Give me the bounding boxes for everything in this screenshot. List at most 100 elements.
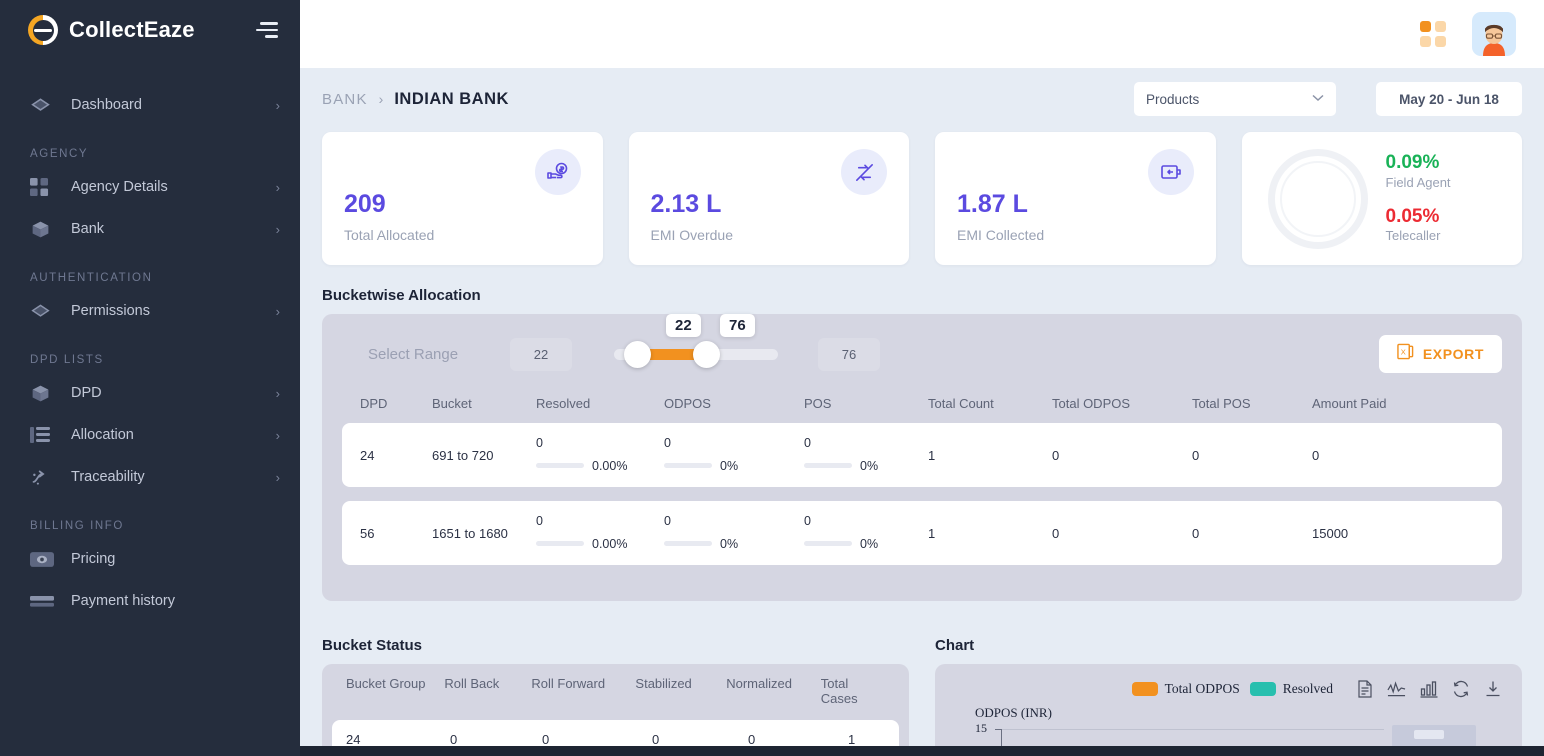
download-icon[interactable]	[1484, 680, 1502, 698]
excel-icon: X	[1397, 343, 1414, 365]
chart-y-tick: 15	[975, 721, 987, 735]
bar-chart-icon[interactable]	[1420, 680, 1438, 698]
legend-item-resolved[interactable]: Resolved	[1249, 681, 1333, 697]
content: BANK › INDIAN BANK Products May 20 - Jun…	[300, 68, 1544, 756]
page-title: INDIAN BANK	[394, 89, 509, 108]
table-header: DPD Bucket Resolved ODPOS POS Total Coun…	[342, 386, 1502, 423]
cell-resolved-pct: 0.00%	[592, 537, 628, 551]
slider-handle-min[interactable]	[623, 340, 651, 368]
date-range-button[interactable]: May 20 - Jun 18	[1376, 82, 1522, 116]
cell-total-pos: 0	[1192, 525, 1200, 541]
cell-stabilized: 0	[652, 732, 660, 747]
main-area: BANK › INDIAN BANK Products May 20 - Jun…	[300, 0, 1544, 756]
stat-card-emi-overdue: 2.13 L EMI Overdue	[628, 132, 909, 265]
sidebar-section-agency: AGENCY	[30, 148, 89, 160]
sidebar-item-bank[interactable]: Bank ›	[0, 208, 300, 250]
progress-bar	[664, 463, 712, 468]
cell-odpos-pct: 0%	[720, 537, 739, 551]
chevron-right-icon: ›	[275, 97, 280, 113]
sidebar-item-label: Agency Details	[71, 179, 168, 195]
topbar	[300, 0, 1544, 68]
range-min-input[interactable]: 22	[510, 337, 572, 371]
stat-cards: 209 Total Allocated 2.13 L EMI Overdue 1…	[322, 132, 1522, 265]
sidebar-item-label: Dashboard	[71, 97, 142, 113]
cell-roll-forward: 0	[542, 732, 550, 747]
sidebar-nav: Dashboard › AGENCY Agency Details › Bank…	[0, 60, 300, 622]
cell-odpos-pct: 0%	[720, 459, 739, 473]
legend-item-total-odpos[interactable]: Total ODPOS	[1131, 681, 1240, 697]
chevron-right-icon: ›	[275, 179, 280, 195]
select-range-label: Select Range	[368, 345, 459, 363]
document-icon[interactable]	[1357, 680, 1373, 698]
line-chart-icon[interactable]	[1387, 680, 1406, 698]
cell-bucket: 691 to 720	[432, 447, 494, 463]
stat-label: Total Allocated	[344, 227, 435, 243]
column-header-total-cases: Total Cases	[820, 676, 858, 706]
range-max-input[interactable]: 76	[818, 337, 880, 371]
list-icon	[30, 426, 56, 444]
slider-handle-max[interactable]	[692, 340, 720, 368]
cell-normalized: 0	[748, 732, 756, 747]
wallet-icon	[1147, 149, 1194, 195]
chevron-right-icon: ›	[378, 91, 384, 107]
product-select[interactable]: Products	[1134, 82, 1336, 116]
range-slider[interactable]: 22 76	[614, 314, 778, 371]
bucket-status-title: Bucket Status	[322, 637, 423, 654]
cell-roll-back: 0	[450, 732, 458, 747]
bucketwise-table: DPD Bucket Resolved ODPOS POS Total Coun…	[342, 386, 1502, 565]
cell-dpd: 56	[360, 525, 375, 541]
sidebar-item-dashboard[interactable]: Dashboard ›	[0, 84, 300, 126]
table-row[interactable]: 56 1651 to 1680 0 0.00% 0 0% 0 0% 1 0 0 …	[342, 501, 1502, 565]
cell-odpos: 0 0%	[664, 436, 804, 473]
cell-total-odpos: 0	[1052, 447, 1060, 463]
cell-odpos-value: 0	[664, 514, 671, 528]
table-row[interactable]: 24 691 to 720 0 0.00% 0 0% 0 0% 1 0 0 0	[342, 423, 1502, 487]
donut-label: Field Agent	[1385, 174, 1451, 190]
chart-column: Chart Total ODPOS Resolved ODPOS (INR) 1…	[935, 615, 1522, 756]
bottom-section: Bucket Status Bucket Group Roll Back Rol…	[322, 615, 1522, 756]
sidebar-item-agency-details[interactable]: Agency Details ›	[0, 166, 300, 208]
card-icon	[30, 594, 56, 609]
user-avatar[interactable]	[1472, 12, 1516, 56]
progress-bar	[664, 541, 712, 546]
column-header-roll-forward: Roll Forward	[531, 676, 606, 691]
sidebar-item-traceability[interactable]: Traceability ›	[0, 456, 300, 498]
donut-entry-telecaller: 0.05% Telecaller	[1386, 206, 1451, 246]
column-header-total-pos: Total POS	[1192, 396, 1251, 411]
hamburger-icon[interactable]	[256, 22, 278, 38]
export-button[interactable]: X EXPORT	[1378, 335, 1502, 373]
cell-bucket: 1651 to 1680	[432, 525, 508, 541]
cell-total-count: 1	[928, 447, 936, 463]
chart-brush-slider[interactable]	[1392, 725, 1476, 747]
chart-y-axis-label: ODPOS (INR)	[975, 705, 1052, 720]
grid-icon	[30, 177, 56, 197]
cell-resolved: 0 0.00%	[536, 436, 664, 473]
brand-name: CollectEaze	[69, 17, 195, 42]
refresh-icon[interactable]	[1452, 680, 1470, 698]
progress-bar	[804, 541, 852, 546]
cell-total-cases: 1	[848, 732, 856, 747]
legend-swatch	[1131, 682, 1158, 696]
filters: Products May 20 - Jun 18	[1134, 82, 1522, 116]
sidebar-section-authentication: AUTHENTICATION	[30, 272, 153, 284]
sidebar-item-pricing[interactable]: Pricing	[0, 538, 300, 580]
cell-pos-pct: 0%	[860, 537, 879, 551]
breadcrumb-root[interactable]: BANK	[322, 91, 368, 108]
sidebar-item-allocation[interactable]: Allocation ›	[0, 414, 300, 456]
apps-grid-icon[interactable]	[1420, 21, 1446, 47]
chevron-right-icon: ›	[275, 303, 280, 319]
column-header-stabilized: Stabilized	[635, 676, 692, 691]
trace-icon	[30, 467, 56, 488]
tag-icon	[30, 551, 56, 567]
sidebar-item-payment-history[interactable]: Payment history	[0, 580, 300, 622]
sidebar-item-dpd[interactable]: DPD ›	[0, 372, 300, 414]
chevron-right-icon: ›	[275, 427, 280, 443]
legend-label: Resolved	[1282, 681, 1333, 696]
collecteaze-logo-icon	[28, 15, 58, 45]
bucket-status-column: Bucket Status Bucket Group Roll Back Rol…	[322, 615, 909, 756]
stat-value: 2.13 L	[650, 190, 722, 218]
dashboard-icon	[30, 95, 56, 116]
stat-label: EMI Collected	[957, 227, 1045, 243]
sidebar-item-permissions[interactable]: Permissions ›	[0, 290, 300, 332]
donut-legend: 0.09% Field Agent 0.05% Telecaller	[1386, 152, 1451, 246]
